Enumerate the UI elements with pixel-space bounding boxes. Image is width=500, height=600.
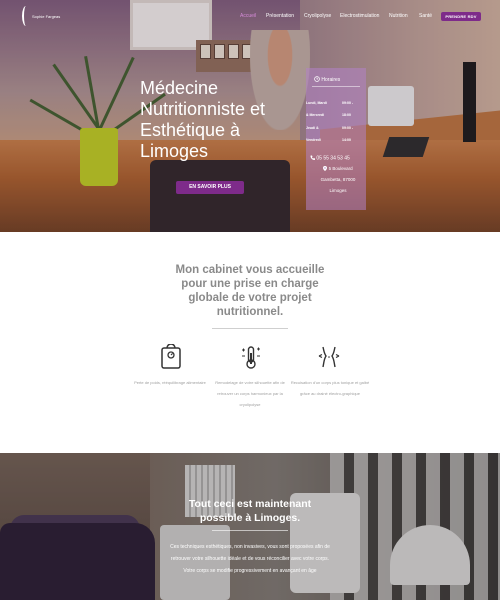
hours-days: Lundi, Mardi xyxy=(306,101,327,105)
bottom-overlay xyxy=(0,453,500,600)
hero-title: Médecine Nutritionniste et Esthétique à … xyxy=(140,78,266,161)
learn-more-button[interactable]: EN SAVOIR PLUS xyxy=(176,181,244,194)
hours-heading: Horaires xyxy=(314,76,340,83)
main-nav: Accueil Présentation Cryolipolyse Electr… xyxy=(0,12,500,24)
nav-item-electrostimulation[interactable]: Electrostimulation xyxy=(340,12,379,20)
phone-label: 05 55 34 53 45 xyxy=(316,155,350,162)
feature-text-cryolipolysis: Remodelage de votre silhouette afin de r… xyxy=(215,380,285,407)
nav-item-sante[interactable]: Santé xyxy=(419,12,432,20)
hours-days: & Mercredi xyxy=(306,113,325,117)
clock-icon xyxy=(314,76,320,82)
bottom-title: Tout ceci est maintenant possible à Limo… xyxy=(188,498,312,524)
hours-heading-label: Horaires xyxy=(321,77,341,83)
hours-start: 09:00 - xyxy=(342,101,354,105)
nav-item-nutrition[interactable]: Nutrition xyxy=(389,12,408,20)
nav-item-presentation[interactable]: Présentation xyxy=(266,12,294,20)
address-street: 5 Boulevard xyxy=(328,166,353,171)
hours-end: 18:00 xyxy=(342,113,351,117)
scale-icon xyxy=(161,344,181,369)
hero-section: Sophie Fargeas Accueil Présentation Cryo… xyxy=(0,0,500,232)
address-city: Gambetta, 87000 xyxy=(320,177,356,182)
appointment-button[interactable]: PRENDRE RDV xyxy=(441,12,481,21)
address-town: Limoges xyxy=(329,188,347,193)
intro-title: Mon cabinet vous accueille pour une pris… xyxy=(175,264,325,318)
bottom-divider xyxy=(212,530,288,531)
feature-text-toning: Recuisation d'un corps plus tonique et g… xyxy=(290,380,370,396)
nav-item-accueil[interactable]: Accueil xyxy=(240,12,256,20)
hours-divider xyxy=(312,86,360,87)
hours-start: 09:00 - xyxy=(342,126,354,130)
address-line: 5 Boulevard xyxy=(310,163,366,174)
feature-text-weight: Perte de poids, rééquilibrage alimentair… xyxy=(134,380,206,385)
hours-card: Horaires Lundi, Mardi 09:00 - & Mercredi… xyxy=(306,68,366,210)
phone-icon xyxy=(310,155,315,160)
phone-number[interactable]: 05 55 34 53 45 xyxy=(310,155,350,162)
nav-item-cryolipolyse[interactable]: Cryolipolyse xyxy=(304,12,331,20)
intro-divider xyxy=(212,328,288,329)
hours-days: Jeudi & xyxy=(306,126,319,130)
map-pin-icon xyxy=(323,165,328,171)
hours-end: 14:00 xyxy=(342,138,351,142)
bottom-text: Ces techniques esthétiques, non invasive… xyxy=(170,544,330,574)
hours-days: Vendredi xyxy=(306,138,321,142)
bottom-banner xyxy=(0,453,500,600)
thermometer-icon xyxy=(242,346,260,369)
body-silhouette-icon xyxy=(318,346,340,368)
